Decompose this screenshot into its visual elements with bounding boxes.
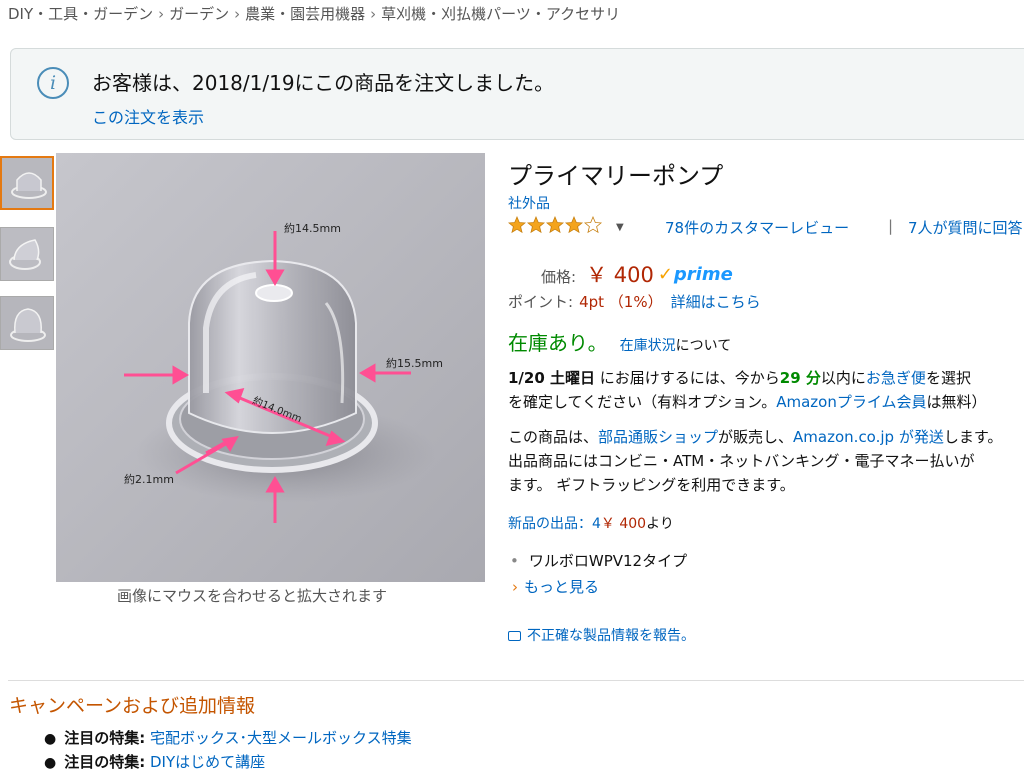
offers-suffix: より — [646, 516, 674, 532]
breadcrumb-item-diy[interactable]: DIY・工具・ガーデン — [8, 3, 153, 24]
bullet-dot-icon: ● — [44, 731, 57, 747]
report-incorrect-info-link[interactable]: 不正確な製品情報を報告。 — [508, 625, 695, 645]
prime-badge[interactable]: ✓prime — [658, 264, 733, 285]
feature-bullet-text: ワルボロWPV12タイプ — [528, 552, 688, 570]
separator-pipe: | — [888, 217, 894, 235]
review-count-link[interactable]: 78件のカスタマーレビュー — [665, 217, 849, 238]
thumbnail-3-image — [1, 297, 53, 349]
prime-check-icon: ✓ — [657, 264, 673, 285]
rating-row: ▼ 78件のカスタマーレビュー | 7人が質問に回答 — [507, 215, 1023, 238]
thumbnail-1[interactable] — [0, 156, 54, 210]
breadcrumb-item-garden[interactable]: ガーデン — [169, 3, 229, 24]
bullet-dot-icon: • — [510, 552, 519, 570]
delivery-text-5: は無料） — [926, 393, 987, 411]
breadcrumb-separator: › — [370, 5, 377, 23]
breadcrumb-item-mower-parts[interactable]: 草刈機・刈払機パーツ・アクセサリ — [381, 3, 620, 24]
delivery-minutes: 29 分 — [779, 369, 821, 387]
thumbnail-1-image — [2, 158, 52, 208]
campaign-feature-link-delivery-box[interactable]: 宅配ボックス･大型メールボックス特集 — [150, 729, 412, 747]
primer-bulb-photo: 約14.5mm 約15.5mm 約14.0mm 約2.1mm — [56, 153, 485, 582]
report-label: 不正確な製品情報を報告。 — [527, 628, 695, 644]
thumbnail-3[interactable] — [0, 296, 54, 350]
delivery-info: 1/20 土曜日 にお届けするには、今から29 分以内にお急ぎ便を選択 を確定し… — [508, 366, 1024, 414]
breadcrumb-separator: › — [158, 5, 165, 23]
new-offers-link[interactable]: 新品の出品：4 — [508, 516, 601, 532]
campaign-feature-label: 注目の特集: — [64, 753, 146, 771]
campaign-feature-label: 注目の特集: — [64, 729, 146, 747]
label-right: 約15.5mm — [386, 356, 443, 370]
speech-bubble-icon — [508, 631, 521, 641]
seller-info: この商品は、部品通販ショップが販売し、Amazon.co.jp が発送します。 … — [508, 425, 1024, 497]
points-row: ポイント: 4pt （1%） 詳細はこちら — [508, 291, 761, 312]
chevron-down-icon[interactable]: ▼ — [616, 222, 624, 233]
brand-link[interactable]: 社外品 — [508, 193, 550, 213]
express-delivery-link[interactable]: お急ぎ便 — [866, 369, 926, 387]
points-label: ポイント: — [508, 293, 574, 311]
bullet-dot-icon: ● — [44, 755, 57, 771]
campaign-feature-1: ● 注目の特集: 宅配ボックス･大型メールボックス特集 — [44, 727, 412, 748]
label-top: 約14.5mm — [284, 221, 341, 235]
price-label: 価格: — [541, 268, 577, 286]
seller-link[interactable]: 部品通販ショップ — [598, 428, 718, 446]
seller-text-1: この商品は、 — [508, 428, 599, 446]
order-notice-text: お客様は、2018/1/19にこの商品を注文しました。 — [92, 71, 555, 95]
stock-status: 在庫あり。 — [508, 331, 608, 355]
seller-text-2: が販売し、 — [718, 428, 794, 446]
delivery-text-3: を選択 — [925, 369, 971, 387]
offers-price: ￥ 400 — [600, 516, 647, 532]
points-details-link[interactable]: 詳細はこちら — [671, 293, 761, 311]
breadcrumb: DIY・工具・ガーデン › ガーデン › 農業・園芸用機器 › 草刈機・刈払機パーツ・アクセ… — [8, 3, 620, 24]
prime-member-link[interactable]: Amazonプライム会員 — [776, 393, 926, 411]
thumbnail-2[interactable] — [0, 227, 54, 281]
product-title: プライマリーポンプ — [508, 162, 724, 190]
seller-text-3: します。 — [943, 428, 1003, 446]
see-more-label: もっと見る — [524, 578, 600, 596]
breadcrumb-item-agriculture[interactable]: 農業・園芸用機器 — [245, 3, 365, 24]
gift-info: ます。 ギフトラッピングを利用できます。 — [508, 476, 795, 494]
payment-info: 出品商品にはコンビニ・ATM・ネットバンキング・電子マネー払いが — [508, 452, 975, 470]
delivery-date: 1/20 土曜日 — [508, 369, 596, 387]
points-value: 4pt （1%） — [579, 293, 663, 311]
campaign-feature-link-diy-course[interactable]: DIYはじめて講座 — [150, 753, 265, 771]
delivery-text-1: にお届けするには、今から — [595, 369, 780, 387]
section-divider — [8, 680, 1024, 681]
label-bottom: 約2.1mm — [124, 472, 174, 486]
stock-suffix: について — [675, 338, 732, 354]
thumbnail-2-image — [1, 228, 53, 280]
campaign-feature-2: ● 注目の特集: DIYはじめて講座 — [44, 751, 265, 772]
order-notice: i お客様は、2018/1/19にこの商品を注文しました。 この注文を表示 — [10, 48, 1024, 140]
feature-bullet: • ワルボロWPV12タイプ — [510, 550, 687, 571]
delivery-text-2: 以内に — [820, 369, 866, 387]
qa-link[interactable]: 7人が質問に回答 — [908, 217, 1023, 238]
campaign-section-title: キャンペーンおよび追加情報 — [9, 695, 256, 717]
breadcrumb-separator: › — [234, 5, 241, 23]
price-row: 価格: ￥ 400 ✓prime — [541, 259, 733, 289]
chevron-right-icon: › — [512, 578, 518, 596]
offers-row: 新品の出品：4￥ 400より — [508, 513, 674, 533]
see-more-link[interactable]: › もっと見る — [512, 576, 599, 597]
delivery-text-4: を確定してください（有料オプション。 — [508, 393, 777, 411]
main-product-image[interactable]: 約14.5mm 約15.5mm 約14.0mm 約2.1mm — [56, 153, 485, 582]
image-caption: 画像にマウスを合わせると拡大されます — [117, 587, 388, 605]
stock-row: 在庫あり。 在庫状況について — [508, 327, 731, 356]
star-rating-icon[interactable] — [507, 215, 608, 238]
info-icon: i — [37, 67, 69, 99]
stock-status-link[interactable]: 在庫状況 — [620, 338, 676, 354]
prime-text: prime — [673, 264, 733, 285]
amazon-shipping-link[interactable]: Amazon.co.jp が発送 — [793, 428, 944, 446]
price-value: ￥ 400 — [586, 263, 654, 287]
view-order-link[interactable]: この注文を表示 — [92, 104, 204, 128]
